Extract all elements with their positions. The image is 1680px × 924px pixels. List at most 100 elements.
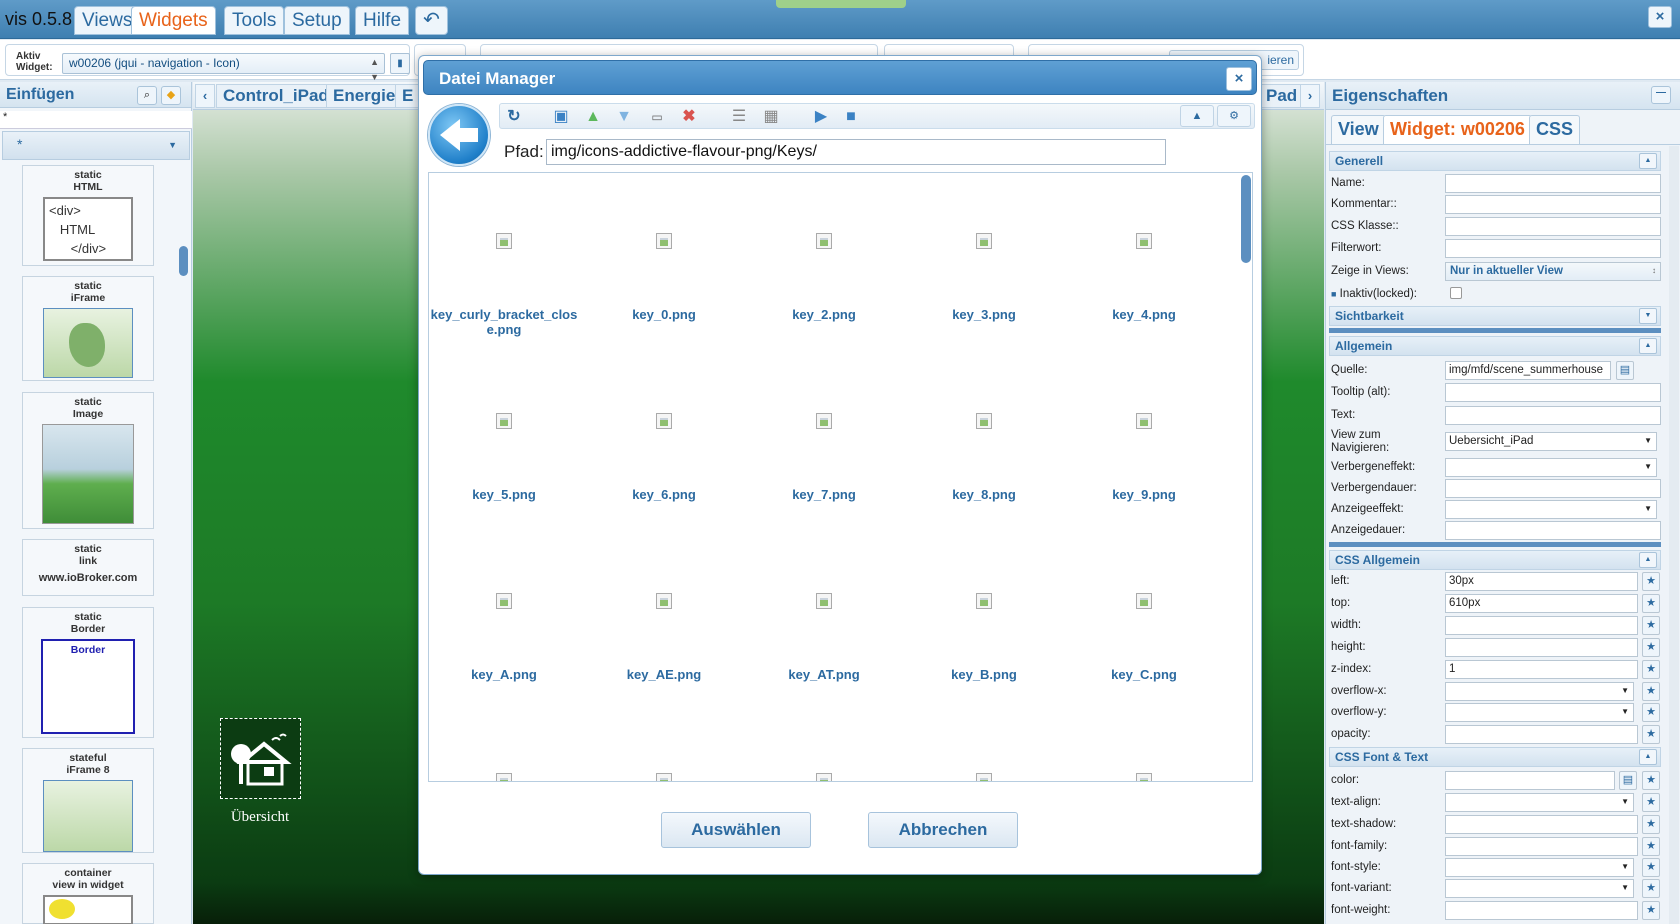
file-item[interactable]: key_2.png (749, 233, 899, 322)
tab-control-ipad[interactable]: Control_iPad (216, 84, 336, 108)
textalign-select[interactable]: ▼ (1445, 793, 1634, 812)
star-icon[interactable]: ★ (1642, 858, 1660, 877)
widget-card-static-link[interactable]: static link www.ioBroker.com (22, 539, 154, 596)
undo-arrow-icon[interactable]: ↶ (415, 6, 448, 35)
file-item[interactable]: key_A.png (429, 593, 579, 682)
tab-pad[interactable]: Pad (1259, 84, 1305, 108)
color-picker-icon[interactable]: ▤ (1619, 771, 1637, 790)
fontvariant-select[interactable]: ▼ (1445, 879, 1634, 898)
section-allgemein[interactable]: Allgemein ▲ (1329, 336, 1661, 356)
tooltip-input[interactable] (1445, 383, 1661, 402)
section-css-allgemein[interactable]: CSS Allgemein ▲ (1329, 550, 1661, 570)
file-item[interactable]: key_AE.png (589, 593, 739, 682)
dialog-titlebar[interactable]: Datei Manager × (423, 60, 1257, 95)
path-input[interactable]: img/icons-addictive-flavour-png/Keys/ (546, 139, 1166, 165)
menu-setup[interactable]: Setup (284, 6, 350, 35)
cancel-button[interactable]: Abbrechen (868, 812, 1018, 848)
tab-view[interactable]: View (1331, 115, 1386, 144)
anzeigedauer-input[interactable] (1445, 521, 1661, 540)
active-widget-select[interactable]: w00206 (jqui - navigation - Icon) ▲ ▼ (62, 53, 385, 82)
file-item[interactable]: key_5.png (429, 413, 579, 502)
star-icon[interactable]: ★ (1642, 638, 1660, 657)
palette-scrollbar[interactable] (179, 246, 188, 276)
tab-widget[interactable]: Widget: w00206 (1383, 115, 1532, 144)
kommentar-input[interactable] (1445, 195, 1661, 214)
star-icon[interactable]: ★ (1642, 703, 1660, 722)
overflowx-select[interactable]: ▼ (1445, 682, 1634, 701)
file-item[interactable] (429, 773, 579, 781)
section-sichtbarkeit[interactable]: Sichtbarkeit ▼ (1329, 306, 1661, 326)
close-icon[interactable]: × (1226, 67, 1252, 91)
tag-icon[interactable]: ◆ (161, 86, 181, 105)
collapse-up-icon[interactable]: ▲ (1639, 153, 1657, 169)
play-icon[interactable]: ▶ (810, 107, 832, 127)
star-icon[interactable]: ★ (1642, 572, 1660, 591)
star-icon[interactable]: ★ (1642, 682, 1660, 701)
section-css-font-text[interactable]: CSS Font & Text ▲ (1329, 747, 1661, 767)
collapse-panel-icon[interactable]: — (1651, 86, 1671, 104)
opacity-input[interactable] (1445, 725, 1638, 744)
star-icon[interactable]: ★ (1642, 815, 1660, 834)
inaktiv-checkbox[interactable] (1450, 287, 1462, 299)
name-input[interactable] (1445, 174, 1661, 193)
table-view-icon[interactable]: ▦ (760, 107, 782, 127)
file-item[interactable]: key_curly_bracket_close.png (429, 233, 579, 337)
file-item[interactable]: key_AT.png (749, 593, 899, 682)
back-arrow-icon[interactable] (428, 104, 490, 166)
properties-scrollbar[interactable] (1669, 146, 1679, 924)
widget-card-static-iframe[interactable]: static iFrame (22, 276, 154, 381)
palette-filter-input[interactable]: * (0, 111, 192, 129)
tab-e[interactable]: E (395, 84, 421, 108)
stop-icon[interactable]: ■ (840, 107, 862, 127)
star-icon[interactable]: ★ (1642, 660, 1660, 679)
widget-card-stateful-iframe[interactable]: stateful iFrame 8 (22, 748, 154, 853)
navigation-icon-widget[interactable] (220, 718, 301, 799)
file-item[interactable]: key_C.png (1069, 593, 1219, 682)
tabs-right-arrow-icon[interactable]: › (1300, 84, 1320, 108)
star-icon[interactable]: ★ (1642, 879, 1660, 898)
left-input[interactable]: 30px (1445, 572, 1638, 591)
zeige-in-views-select[interactable]: Nur in aktueller View ↕ (1445, 262, 1661, 281)
new-folder-icon[interactable]: ▣ (550, 107, 572, 127)
file-item[interactable]: key_7.png (749, 413, 899, 502)
collapse-up-icon[interactable]: ▲ (1639, 749, 1657, 765)
top-grip-handle[interactable] (776, 0, 906, 8)
download-icon[interactable]: ▼ (613, 107, 635, 127)
file-item[interactable] (589, 773, 739, 781)
zindex-input[interactable]: 1 (1445, 660, 1638, 679)
width-input[interactable] (1445, 616, 1638, 635)
file-browse-icon[interactable]: ▤ (1616, 361, 1634, 380)
file-item[interactable]: key_9.png (1069, 413, 1219, 502)
fontweight-input[interactable] (1445, 901, 1638, 920)
file-item[interactable] (1069, 773, 1219, 781)
color-input[interactable] (1445, 771, 1615, 790)
file-item[interactable]: key_6.png (589, 413, 739, 502)
widget-card-static-html[interactable]: static HTML <div> HTML </div> (22, 165, 154, 266)
text-input[interactable] (1445, 406, 1661, 425)
file-item[interactable]: key_8.png (909, 413, 1059, 502)
file-item[interactable]: key_3.png (909, 233, 1059, 322)
delete-icon[interactable]: ✖ (678, 107, 700, 127)
star-icon[interactable]: ★ (1642, 616, 1660, 635)
file-item[interactable]: key_4.png (1069, 233, 1219, 322)
menu-widgets[interactable]: Widgets (131, 6, 216, 35)
list-view-icon[interactable]: ☰ (728, 107, 750, 127)
css-klasse-input[interactable] (1445, 217, 1661, 236)
tab-energie[interactable]: Energie (326, 84, 403, 108)
star-icon[interactable]: ★ (1642, 901, 1660, 920)
tabs-left-arrow-icon[interactable]: ‹ (195, 84, 215, 108)
upload-icon[interactable]: ▲ (582, 107, 604, 127)
rename-icon[interactable]: ▭ (646, 107, 668, 127)
menu-tools[interactable]: Tools (224, 6, 285, 35)
top-input[interactable]: 610px (1445, 594, 1638, 613)
collapse-up-icon[interactable]: ▲ (1639, 338, 1657, 354)
widget-card-static-border[interactable]: static Border Border (22, 607, 154, 738)
fontstyle-select[interactable]: ▼ (1445, 858, 1634, 877)
close-icon[interactable]: × (1648, 6, 1672, 28)
tab-css[interactable]: CSS (1529, 115, 1581, 144)
file-list-scrollbar[interactable] (1241, 175, 1251, 263)
file-item[interactable]: key_B.png (909, 593, 1059, 682)
quelle-input[interactable]: img/mfd/scene_summerhouse (1445, 361, 1611, 380)
overflowy-select[interactable]: ▼ (1445, 703, 1634, 722)
refresh-icon[interactable]: ↻ (503, 107, 525, 127)
